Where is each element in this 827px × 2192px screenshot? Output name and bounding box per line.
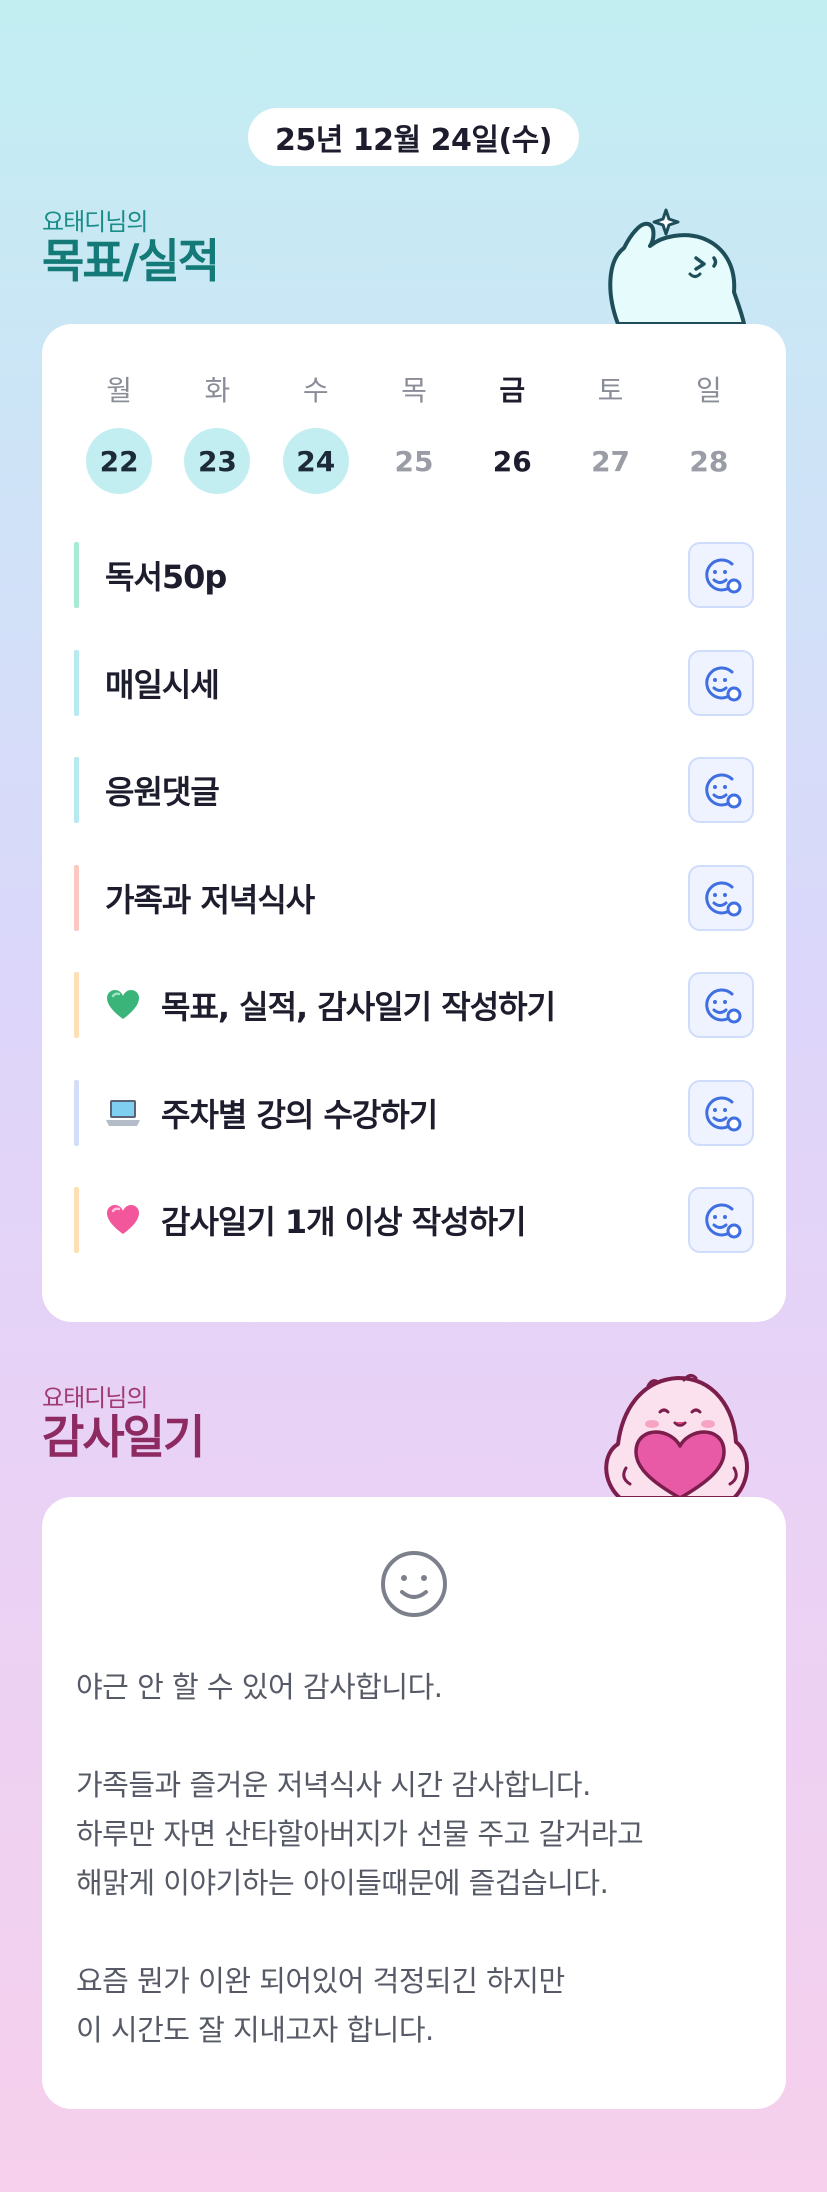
goal-item: 매일시세 xyxy=(74,650,754,716)
goals-card: 월 22 화 23 수 24 목 25 금 26 토 27 일 28 독서50p 매일시세 응… xyxy=(42,324,786,1322)
goal-color-bar xyxy=(74,650,79,716)
add-mood-button[interactable] xyxy=(688,972,754,1038)
gratitude-subtitle: 요태디님의 xyxy=(42,1384,148,1412)
day-name: 화 xyxy=(204,374,231,407)
day-name: 수 xyxy=(302,374,329,407)
day-wed[interactable]: 수 24 xyxy=(267,372,365,494)
date-pill: 25년 12월 24일(수) xyxy=(248,108,579,166)
day-date: 26 xyxy=(492,444,532,478)
goal-label: 주차별 강의 수강하기 xyxy=(161,1096,438,1134)
day-date: 24 xyxy=(282,428,349,494)
green-heart-icon xyxy=(105,987,141,1023)
day-name: 일 xyxy=(695,374,722,407)
week-strip: 월 22 화 23 수 24 목 25 금 26 토 27 일 28 xyxy=(70,372,758,494)
day-name: 금 xyxy=(499,374,526,407)
goal-color-bar xyxy=(74,865,79,931)
pink-heart-icon xyxy=(105,1202,141,1238)
goal-label: 응원댓글 xyxy=(105,773,220,811)
goals-subtitle: 요태디님의 xyxy=(42,208,148,236)
day-date: 22 xyxy=(86,428,153,494)
goal-item: 목표, 실적, 감사일기 작성하기 xyxy=(74,972,754,1038)
goal-color-bar xyxy=(74,1187,79,1253)
day-tue[interactable]: 화 23 xyxy=(168,372,266,494)
smiley-icon[interactable] xyxy=(379,1549,449,1619)
day-mon[interactable]: 월 22 xyxy=(70,372,168,494)
day-name: 월 xyxy=(106,374,133,407)
smiley-add-icon xyxy=(705,666,742,702)
day-date: 23 xyxy=(184,428,251,494)
goals-title: 목표/실적 xyxy=(42,234,220,288)
goal-color-bar xyxy=(74,542,79,608)
gratitude-section-header: 요태디님의 감사일기 xyxy=(42,1384,205,1464)
goal-color-bar xyxy=(74,757,79,823)
day-thu[interactable]: 목 25 xyxy=(365,372,463,494)
gratitude-card: 야근 안 할 수 있어 감사합니다. 가족들과 즐거운 저녁식사 시간 감사합니… xyxy=(42,1497,786,2109)
pink-mascot-illustration xyxy=(604,1373,749,1498)
day-fri[interactable]: 금 26 xyxy=(463,372,561,494)
day-name: 목 xyxy=(401,374,427,407)
day-name: 토 xyxy=(597,374,624,407)
smiley-add-icon xyxy=(705,1096,742,1132)
goal-item: 가족과 저녁식사 xyxy=(74,865,754,931)
goal-item: 독서50p xyxy=(74,542,754,608)
day-date: 28 xyxy=(689,444,729,478)
add-mood-button[interactable] xyxy=(688,650,754,716)
goal-label: 매일시세 xyxy=(105,666,220,704)
smiley-add-icon xyxy=(705,988,742,1024)
goal-item: 응원댓글 xyxy=(74,757,754,823)
goal-color-bar xyxy=(74,972,79,1038)
goal-label: 독서50p xyxy=(105,558,227,596)
smiley-add-icon xyxy=(705,881,742,917)
goal-label: 가족과 저녁식사 xyxy=(105,881,315,919)
goal-color-bar xyxy=(74,1080,79,1146)
goal-label: 감사일기 1개 이상 작성하기 xyxy=(161,1203,527,1241)
day-sun[interactable]: 일 28 xyxy=(660,372,758,494)
goals-section-header: 요태디님의 목표/실적 xyxy=(42,208,220,288)
smiley-add-icon xyxy=(705,558,742,594)
day-date: 25 xyxy=(394,444,434,478)
day-sat[interactable]: 토 27 xyxy=(561,372,659,494)
gratitude-entry-text: 야근 안 할 수 있어 감사합니다. 가족들과 즐거운 저녁식사 시간 감사합니… xyxy=(76,1670,644,2047)
mint-mascot-illustration xyxy=(608,208,746,324)
add-mood-button[interactable] xyxy=(688,1187,754,1253)
laptop-icon xyxy=(105,1095,141,1131)
goal-item: 감사일기 1개 이상 작성하기 xyxy=(74,1187,754,1253)
goal-item: 주차별 강의 수강하기 xyxy=(74,1080,754,1146)
gratitude-title: 감사일기 xyxy=(42,1410,205,1464)
smiley-add-icon xyxy=(705,1203,742,1239)
day-date: 27 xyxy=(591,444,631,478)
goal-label: 목표, 실적, 감사일기 작성하기 xyxy=(161,988,556,1026)
add-mood-button[interactable] xyxy=(688,757,754,823)
add-mood-button[interactable] xyxy=(688,542,754,608)
add-mood-button[interactable] xyxy=(688,1080,754,1146)
smiley-add-icon xyxy=(705,773,742,809)
add-mood-button[interactable] xyxy=(688,865,754,931)
